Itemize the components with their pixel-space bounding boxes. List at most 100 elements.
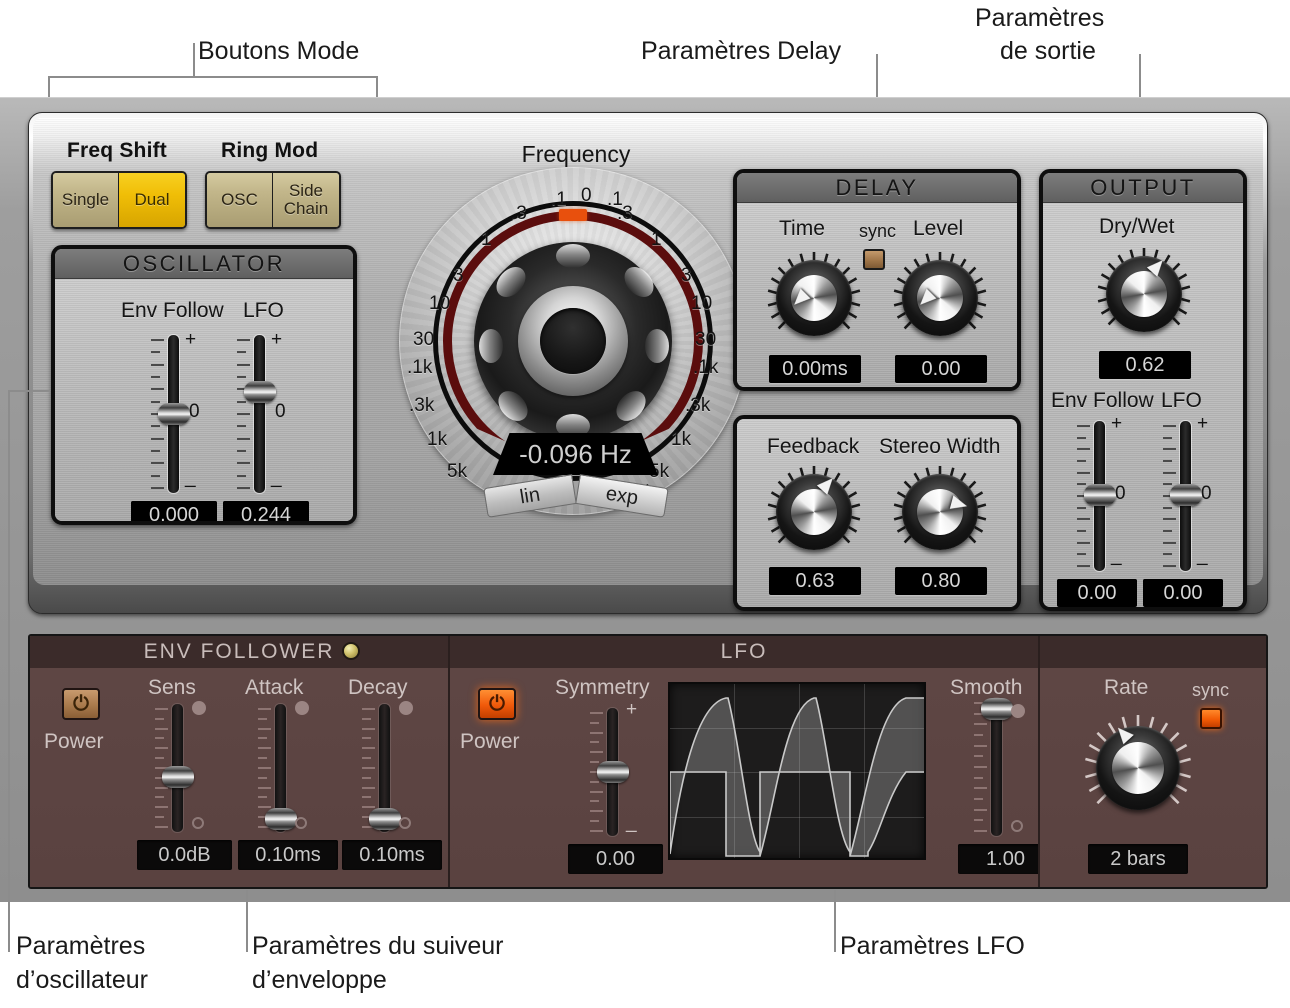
env-follower-title: ENV FOLLOWER bbox=[143, 640, 335, 663]
frequency-readout[interactable]: -0.096 Hz bbox=[493, 433, 658, 475]
stereo-width-knob[interactable] bbox=[891, 463, 989, 561]
freq-scale-left-2: 3 bbox=[453, 265, 464, 286]
slider-thumb[interactable] bbox=[981, 698, 1013, 720]
env-follower-attack-slider[interactable] bbox=[258, 701, 309, 832]
delay-level-knob[interactable] bbox=[891, 249, 989, 347]
annotation-env-follower-params-line1: Paramètres du suiveur bbox=[252, 932, 504, 960]
oscillator-env-follow-label: Env Follow bbox=[121, 299, 224, 322]
lfo-symmetry-value[interactable]: 0.00 bbox=[568, 844, 663, 874]
annotation-leader-oscillator-tick bbox=[8, 390, 50, 392]
knob-cap bbox=[1121, 271, 1167, 317]
slider-thumb[interactable] bbox=[1084, 484, 1116, 506]
stereo-width-value[interactable]: 0.80 bbox=[895, 567, 987, 595]
output-env-follow-slider[interactable]: + 0 _ bbox=[1077, 413, 1126, 571]
freq-scale-right-0: .3 bbox=[617, 203, 633, 224]
freq-scale-right-5: .1k bbox=[693, 357, 719, 378]
mode-buttons-area: Freq Shift Ring Mod Single Dual OSC Side… bbox=[45, 139, 375, 255]
feedback-value[interactable]: 0.63 bbox=[769, 567, 861, 595]
lfo-waveform-display[interactable] bbox=[668, 682, 926, 860]
env-follower-power-button[interactable]: ⏻ bbox=[62, 688, 100, 720]
mode-button-single[interactable]: Single bbox=[53, 173, 119, 227]
slider-thumb[interactable] bbox=[265, 808, 297, 830]
frequency-control-area: Frequency .1 0 .1 .3 1 3 10 30 .1k .3k 1… bbox=[381, 141, 771, 581]
output-body: Dry/Wet 0.62 Env Follow LFO + 0 _ + 0 _ … bbox=[1043, 203, 1243, 607]
output-lfo-slider[interactable]: + 0 _ bbox=[1163, 413, 1212, 571]
slider-thumb[interactable] bbox=[244, 381, 276, 403]
slider-plus-label: + bbox=[185, 329, 197, 350]
output-dry-wet-value[interactable]: 0.62 bbox=[1099, 351, 1191, 379]
lfo-sync-toggle[interactable] bbox=[1200, 708, 1222, 729]
annotation-bracket-left-tick bbox=[48, 76, 50, 98]
env-follower-decay-slider[interactable] bbox=[362, 701, 413, 832]
annotation-bracket-stem bbox=[193, 43, 195, 77]
delay-panel: DELAY Time sync Level 0.00ms 0.00 bbox=[733, 169, 1021, 391]
knob-cap bbox=[791, 489, 837, 535]
env-follower-sens-value[interactable]: 0.0dB bbox=[137, 840, 232, 870]
feedback-stereo-body: Feedback Stereo Width 0.63 0.80 bbox=[737, 419, 1017, 607]
freq-scale-left-8: 5k bbox=[447, 461, 468, 482]
lfo-power-button[interactable]: ⏻ bbox=[478, 688, 516, 720]
delay-sync-toggle[interactable] bbox=[863, 249, 885, 270]
slider-thumb[interactable] bbox=[1170, 484, 1202, 506]
frequency-title: Frequency bbox=[521, 141, 631, 167]
env-follower-sens-slider[interactable] bbox=[155, 701, 206, 832]
env-follower-attack-value[interactable]: 0.10ms bbox=[238, 840, 338, 870]
delay-body: Time sync Level 0.00ms 0.00 bbox=[737, 203, 1017, 387]
slider-thumb[interactable] bbox=[158, 403, 190, 425]
slider-max-cap bbox=[192, 701, 206, 715]
slider-thumb[interactable] bbox=[162, 766, 194, 788]
slider-minus-label: _ bbox=[185, 467, 196, 488]
annotation-leader-lfo bbox=[834, 890, 836, 952]
output-lfo-label: LFO bbox=[1161, 389, 1202, 412]
annotation-leader-env-follower bbox=[246, 890, 248, 952]
output-lfo-value[interactable]: 0.00 bbox=[1143, 579, 1223, 607]
slider-min-cap bbox=[192, 817, 204, 829]
oscillator-lfo-label: LFO bbox=[243, 299, 284, 322]
annotation-lfo-params: Paramètres LFO bbox=[840, 932, 1025, 960]
lfo-sync-label: sync bbox=[1192, 680, 1230, 700]
slider-plus-label: + bbox=[1111, 413, 1123, 434]
output-title: OUTPUT bbox=[1043, 173, 1243, 203]
upper-panel-inner: Freq Shift Ring Mod Single Dual OSC Side… bbox=[33, 117, 1263, 611]
ring-mod-label: Ring Mod bbox=[221, 139, 319, 162]
output-dry-wet-knob[interactable] bbox=[1095, 245, 1193, 343]
feedback-knob[interactable] bbox=[765, 463, 863, 561]
mode-button-dual[interactable]: Dual bbox=[119, 173, 185, 227]
lfo-smooth-label: Smooth bbox=[950, 676, 1023, 699]
freq-scale-left-4: 30 bbox=[413, 329, 435, 350]
slider-thumb[interactable] bbox=[597, 761, 629, 783]
mode-button-side-chain[interactable]: Side Chain bbox=[273, 173, 339, 227]
output-panel: OUTPUT Dry/Wet 0.62 Env Follow LFO + 0 _… bbox=[1039, 169, 1247, 611]
oscillator-env-follow-slider[interactable]: + 0 _ bbox=[151, 329, 200, 493]
env-follower-decay-value[interactable]: 0.10ms bbox=[342, 840, 442, 870]
oscillator-panel: OSCILLATOR Env Follow LFO + 0 _ + 0 _ 0.… bbox=[51, 245, 357, 525]
slider-thumb[interactable] bbox=[369, 808, 401, 830]
oscillator-env-follow-value[interactable]: 0.000 bbox=[131, 501, 217, 521]
freq-scale-right-7: 1k bbox=[671, 429, 692, 450]
delay-title: DELAY bbox=[737, 173, 1017, 203]
lfo-rate-title-bar bbox=[1040, 636, 1266, 668]
mode-button-osc[interactable]: OSC bbox=[207, 173, 273, 227]
freq-scale-top-center: 0 bbox=[581, 185, 592, 206]
lfo-symmetry-slider[interactable]: + _ bbox=[590, 699, 637, 836]
upper-panel-shell: Freq Shift Ring Mod Single Dual OSC Side… bbox=[28, 112, 1268, 614]
lfo-rate-value[interactable]: 2 bars bbox=[1088, 844, 1188, 874]
delay-level-value[interactable]: 0.00 bbox=[895, 355, 987, 383]
slider-plus-label: + bbox=[1197, 413, 1209, 434]
annotation-mode-buttons: Boutons Mode bbox=[198, 37, 360, 65]
lfo-smooth-slider[interactable] bbox=[974, 698, 1025, 836]
lfo-rate-knob[interactable] bbox=[1082, 712, 1194, 824]
frequency-knob[interactable] bbox=[474, 242, 672, 440]
env-follower-decay-label: Decay bbox=[348, 676, 408, 699]
annotation-env-follower-params-line2: d’enveloppe bbox=[252, 966, 387, 994]
knob-cap bbox=[1112, 742, 1164, 794]
env-follower-attack-label: Attack bbox=[245, 676, 304, 699]
ringshifter-plugin-window: Freq Shift Ring Mod Single Dual OSC Side… bbox=[0, 97, 1290, 902]
freq-scale-left-7: 1k bbox=[427, 429, 448, 450]
delay-time-knob[interactable] bbox=[765, 249, 863, 347]
output-env-follow-value[interactable]: 0.00 bbox=[1057, 579, 1137, 607]
delay-time-value[interactable]: 0.00ms bbox=[769, 355, 861, 383]
slider-zero-label: 0 bbox=[189, 401, 200, 422]
oscillator-lfo-value[interactable]: 0.244 bbox=[223, 501, 309, 521]
oscillator-lfo-slider[interactable]: + 0 _ bbox=[237, 329, 286, 493]
